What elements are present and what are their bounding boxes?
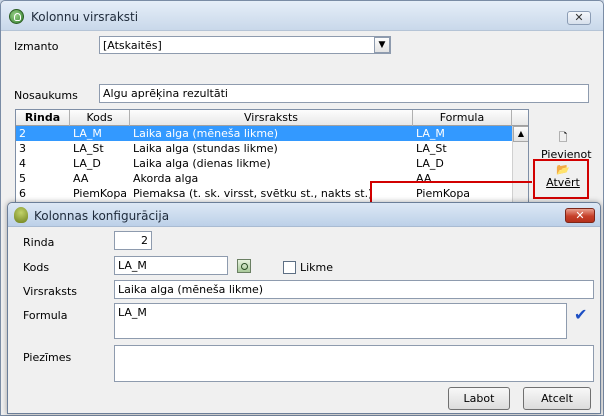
new-document-icon: 🗋	[558, 131, 568, 144]
nosaukums-input[interactable]: Algu aprēķina rezultāti	[99, 84, 589, 103]
formula-input[interactable]: LA_M	[114, 303, 567, 339]
kods-input[interactable]: LA_M	[114, 256, 228, 275]
rinda-label: Rinda	[23, 236, 55, 249]
rinda-input[interactable]: 2	[114, 231, 152, 250]
cell-virsraksts: Laika alga (dienas likme)	[133, 157, 271, 170]
cell-rinda: 4	[19, 157, 26, 170]
cell-kods: PiemKopa	[73, 187, 128, 200]
column-header-kods[interactable]: Kods	[70, 110, 130, 126]
grid-header: Rinda Kods Virsraksts Formula	[16, 110, 528, 126]
table-row[interactable]: 5 AA Akorda alga AA	[16, 171, 512, 186]
scroll-up-button[interactable]: ▲	[513, 126, 528, 142]
nosaukums-label: Nosaukums	[14, 89, 78, 102]
virsraksts-value: Laika alga (mēneša likme)	[118, 283, 264, 296]
callout-line	[370, 181, 532, 183]
column-header-virsraksts[interactable]: Virsraksts	[130, 110, 413, 126]
cell-formula: LA_M	[416, 127, 445, 140]
cell-formula: LA_St	[416, 142, 447, 155]
close-icon: ✕	[574, 11, 584, 24]
likme-checkbox[interactable]	[283, 261, 296, 274]
table-row[interactable]: 4 LA_D Laika alga (dienas likme) LA_D	[16, 156, 512, 171]
columns-grid: Rinda Kods Virsraksts Formula 2 LA_M Lai…	[15, 109, 529, 203]
column-config-dialog: Kolonnas konfigurācija ✕ Rinda 2 Kods LA…	[7, 202, 601, 414]
close-icon: ✕	[575, 209, 585, 222]
dialog-close-button[interactable]: ✕	[565, 208, 595, 223]
dialog-title: Kolonnas konfigurācija	[34, 209, 170, 223]
cell-formula: AA	[416, 172, 432, 185]
atcelt-button[interactable]: Atcelt	[523, 387, 591, 410]
cell-formula: LA_D	[416, 157, 444, 170]
atvert-highlight-box	[533, 159, 589, 199]
cell-rinda: 6	[19, 187, 26, 200]
column-header-formula[interactable]: Formula	[413, 110, 512, 126]
cell-kods: AA	[73, 172, 89, 185]
formula-label: Formula	[23, 309, 68, 322]
formula-value: LA_M	[118, 306, 147, 319]
cell-rinda: 5	[19, 172, 26, 185]
table-row[interactable]: 6 PiemKopa Piemaksa (t. sk. virsst, svēt…	[16, 186, 512, 201]
rinda-value: 2	[141, 234, 148, 247]
main-titlebar: Kolonnu virsraksti ✕	[1, 1, 603, 31]
piezimes-input[interactable]	[114, 345, 594, 382]
labot-button[interactable]: Labot	[448, 387, 510, 410]
cell-kods: LA_St	[73, 142, 104, 155]
cell-formula: PiemKopa	[416, 187, 471, 200]
izmanto-value: [Atskaitēs]	[103, 39, 162, 52]
likme-label: Likme	[300, 261, 334, 274]
piezimes-label: Piezīmes	[23, 351, 72, 364]
kods-label: Kods	[23, 261, 50, 274]
tree-icon	[14, 207, 28, 223]
cell-virsraksts: Laika alga (mēneša likme)	[133, 127, 279, 140]
virsraksts-label: Virsraksts	[23, 285, 78, 298]
kods-value: LA_M	[118, 259, 147, 272]
column-header-rinda[interactable]: Rinda	[16, 110, 70, 126]
izmanto-select[interactable]: [Atskaitēs]	[99, 36, 391, 54]
grid-scrollbar[interactable]: ▲	[512, 126, 528, 202]
app-icon	[9, 9, 24, 24]
nosaukums-value: Algu aprēķina rezultāti	[103, 87, 228, 100]
izmanto-dropdown-button[interactable]: ▼	[374, 37, 390, 53]
table-row[interactable]: 2 LA_M Laika alga (mēneša likme) LA_M	[16, 126, 512, 141]
chevron-up-icon: ▲	[517, 129, 525, 138]
cell-kods: LA_M	[73, 127, 102, 140]
virsraksts-input[interactable]: Laika alga (mēneša likme)	[114, 280, 594, 299]
izmanto-label: Izmanto	[14, 40, 59, 53]
close-button[interactable]: ✕	[567, 11, 591, 25]
lookup-icon[interactable]	[237, 259, 251, 273]
cell-rinda: 2	[19, 127, 26, 140]
checkmark-icon[interactable]: ✔	[574, 305, 587, 324]
pievienot-button[interactable]: 🗋 Pievienot	[541, 129, 592, 161]
cell-rinda: 3	[19, 142, 26, 155]
chevron-down-icon: ▼	[378, 40, 386, 50]
window-title: Kolonnu virsraksti	[31, 10, 139, 24]
cell-virsraksts: Laika alga (stundas likme)	[133, 142, 278, 155]
table-row[interactable]: 3 LA_St Laika alga (stundas likme) LA_St	[16, 141, 512, 156]
dialog-titlebar: Kolonnas konfigurācija ✕	[8, 203, 600, 227]
cell-kods: LA_D	[73, 157, 101, 170]
